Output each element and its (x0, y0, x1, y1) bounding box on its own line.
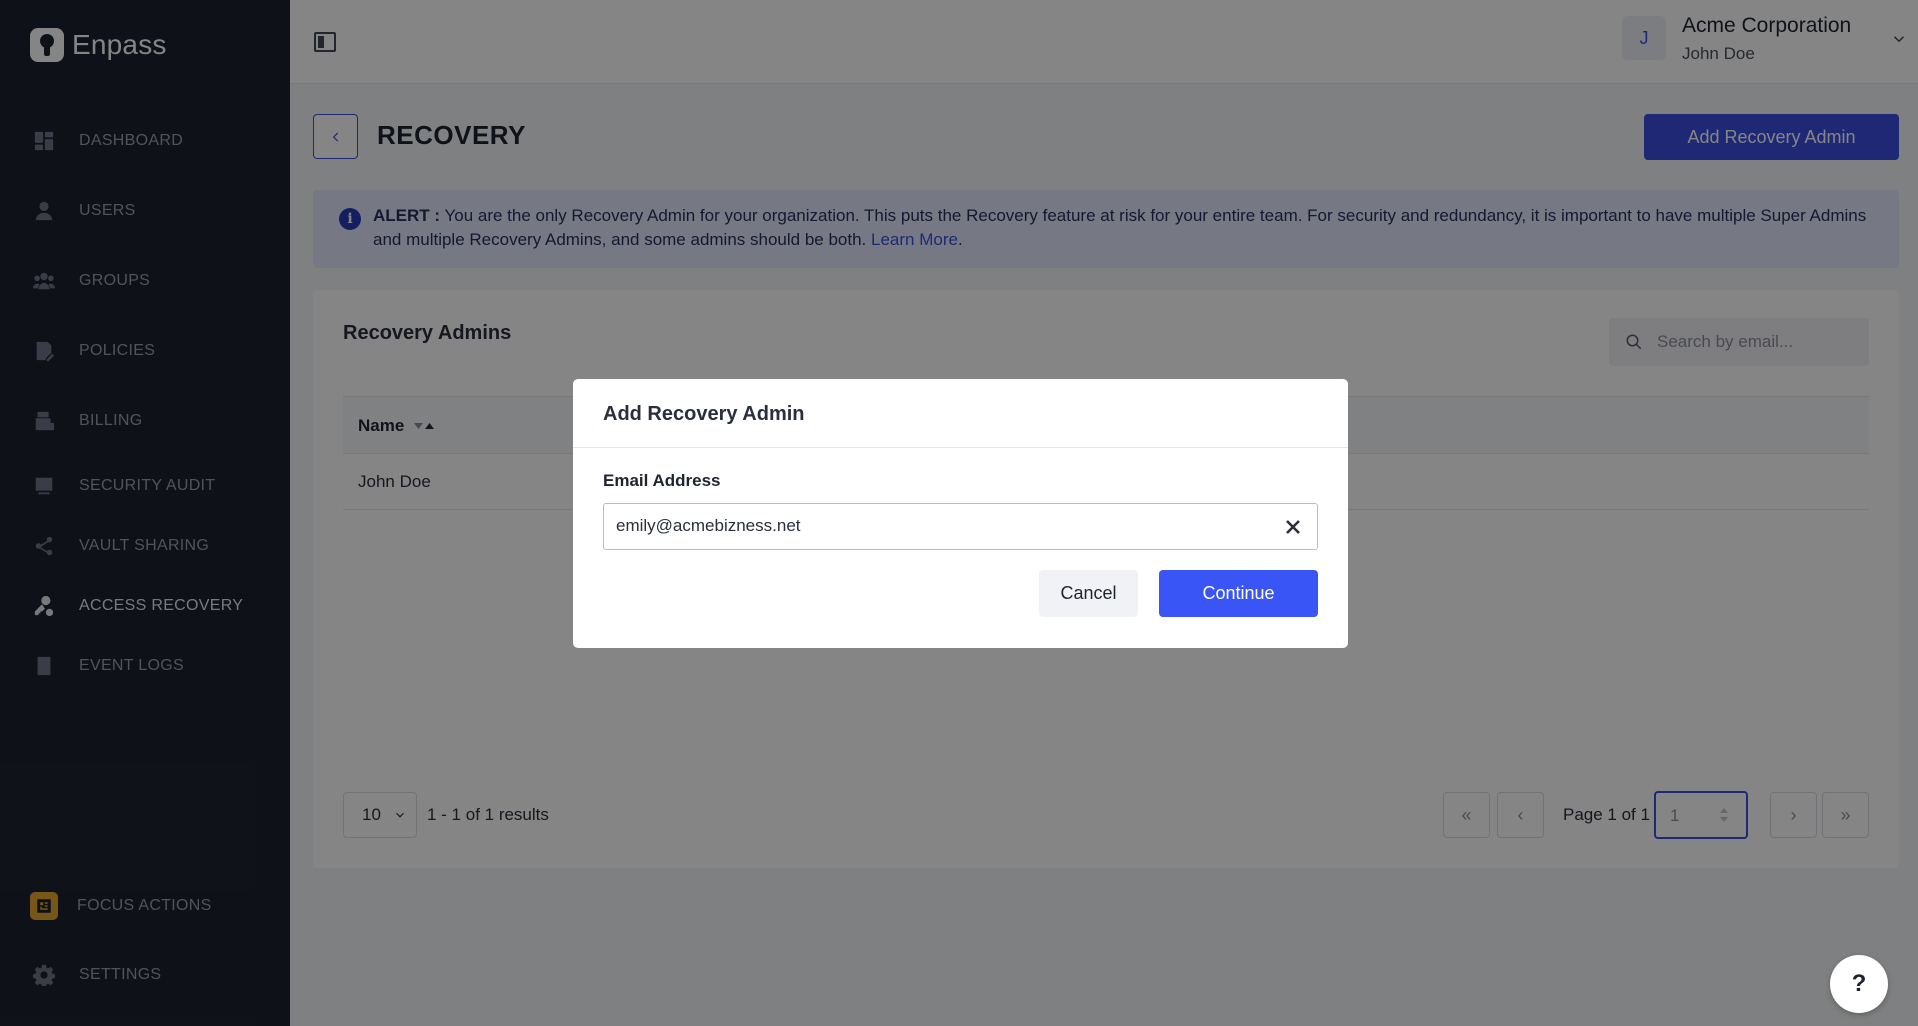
modal-title: Add Recovery Admin (603, 403, 805, 425)
clear-icon[interactable] (1284, 518, 1302, 536)
email-field[interactable] (616, 516, 1266, 536)
email-field-wrapper (603, 503, 1318, 550)
cancel-button[interactable]: Cancel (1039, 570, 1138, 617)
add-recovery-admin-dialog: Add Recovery Admin Email Address Cancel … (573, 379, 1348, 648)
help-button[interactable]: ? (1830, 955, 1888, 1013)
email-field-label: Email Address (603, 471, 721, 490)
continue-button[interactable]: Continue (1159, 570, 1318, 617)
modal-header: Add Recovery Admin (573, 379, 1348, 448)
